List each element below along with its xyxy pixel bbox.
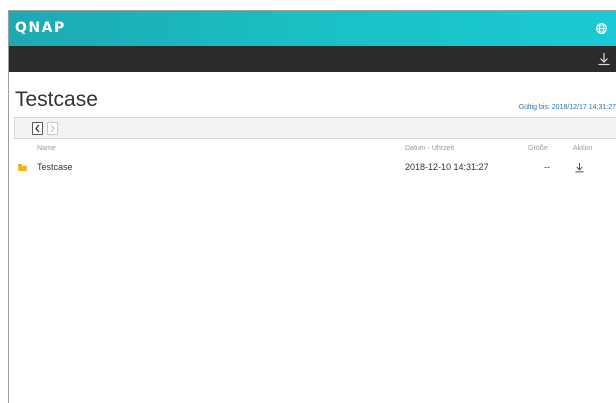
expiry-info: Gültig bis: 2018/12/17 14:31:27 [519, 104, 616, 111]
forward-chevron-icon [50, 124, 55, 133]
left-margin [0, 0, 8, 403]
column-header-size[interactable]: Größe [528, 145, 548, 152]
back-arrow-icon[interactable] [32, 122, 43, 135]
action-bar [9, 46, 616, 72]
back-chevron-icon [35, 124, 40, 133]
table-row[interactable]: Testcase 2018-12-10 14:31:27 -- [9, 160, 616, 176]
file-name[interactable]: Testcase [37, 162, 73, 172]
table-header: Name Datum - Uhrzeit Größe Aktion [9, 145, 616, 157]
expiry-date: 2018/12/17 14:31:27 [551, 104, 616, 111]
column-header-name[interactable]: Name [37, 145, 56, 152]
file-size: -- [544, 162, 550, 172]
expiry-label: Gültig bis: [518, 104, 550, 111]
forward-arrow-icon[interactable] [47, 122, 58, 135]
download-icon[interactable] [574, 162, 585, 173]
file-datetime: 2018-12-10 14:31:27 [405, 162, 489, 172]
folder-icon [18, 164, 27, 171]
page: QNAP Testcase Gültig bis: 2018/12/17 14:… [0, 0, 616, 403]
globe-icon[interactable] [596, 23, 607, 34]
navigation-toolbar [14, 117, 616, 139]
column-header-action[interactable]: Aktion [573, 145, 592, 152]
top-header-bar: QNAP [9, 11, 616, 46]
page-title: Testcase [15, 88, 98, 111]
qnap-logo: QNAP [15, 20, 66, 36]
share-link-window: QNAP Testcase Gültig bis: 2018/12/17 14:… [8, 10, 616, 403]
download-icon[interactable] [597, 52, 611, 66]
column-header-datetime[interactable]: Datum - Uhrzeit [405, 145, 454, 152]
